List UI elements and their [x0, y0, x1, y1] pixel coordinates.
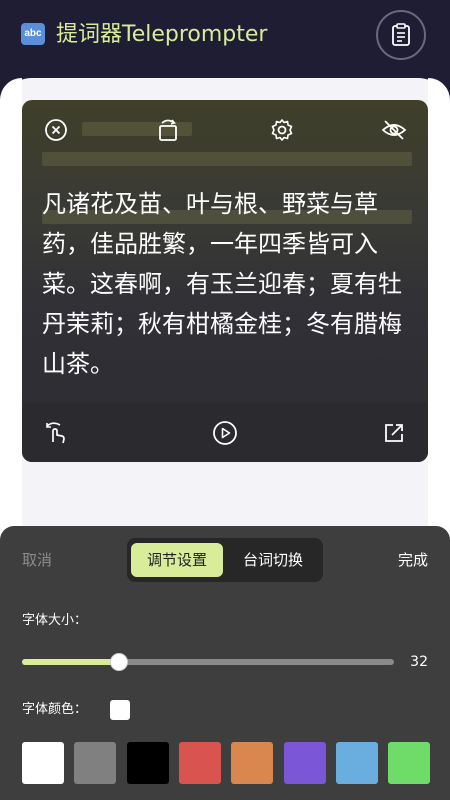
- color-swatch[interactable]: [22, 742, 64, 784]
- font-size-label: 字体大小：: [22, 613, 88, 628]
- color-swatch[interactable]: [178, 742, 221, 784]
- clipboard-icon: [392, 23, 410, 46]
- color-swatch[interactable]: [231, 742, 274, 784]
- teleprompter-text: 凡诸花及苗、叶与根、野菜与草药，佳品胜繁，一年四季皆可入菜。这春啊，有玉兰迎春；…: [42, 190, 402, 378]
- color-swatch[interactable]: [74, 742, 117, 784]
- color-swatch[interactable]: [335, 742, 378, 784]
- background-text-decoration: [42, 152, 412, 166]
- gesture-button[interactable]: [42, 419, 70, 447]
- gear-icon: [271, 119, 293, 141]
- close-circle-icon: [45, 119, 67, 141]
- hide-button[interactable]: [380, 116, 408, 144]
- external-link-icon: [385, 424, 403, 442]
- slider-fill: [22, 659, 119, 665]
- app-logo-icon: abc: [21, 23, 45, 45]
- settings-sheet: 取消 调节设置 台词切换 完成 字体大小： 32 字体颜色：: [0, 526, 450, 800]
- close-button[interactable]: [42, 116, 70, 144]
- font-color-label: 字体颜色：: [22, 702, 88, 717]
- done-button[interactable]: 完成: [398, 550, 428, 570]
- app-title: 提词器Teleprompter: [56, 22, 268, 47]
- color-swatch[interactable]: [388, 742, 431, 784]
- slider-thumb[interactable]: [109, 653, 128, 671]
- color-swatch[interactable]: [126, 742, 169, 784]
- popout-button[interactable]: [380, 419, 408, 447]
- rotate-icon: [159, 119, 177, 141]
- app-header: abc 提词器Teleprompter: [0, 0, 450, 78]
- play-circle-icon: [213, 421, 237, 445]
- tab-script-switch[interactable]: 台词切换: [227, 543, 319, 577]
- clipboard-button[interactable]: [376, 10, 426, 60]
- font-size-slider[interactable]: [22, 653, 394, 671]
- eye-off-icon: [381, 120, 407, 140]
- rotate-button[interactable]: [154, 116, 182, 144]
- touch-swipe-icon: [46, 422, 65, 444]
- color-swatch[interactable]: [283, 742, 326, 784]
- play-button[interactable]: [211, 419, 239, 447]
- prompter-panel[interactable]: 凡诸花及苗、叶与根、野菜与草药，佳品胜繁，一年四季皆可入菜。这春啊，有玉兰迎春；…: [22, 100, 428, 462]
- settings-button[interactable]: [268, 116, 296, 144]
- current-font-color: [110, 700, 130, 720]
- segmented-control: 调节设置 台词切换: [127, 538, 323, 582]
- font-size-value: 32: [410, 654, 428, 670]
- prompter-toolbar: [22, 402, 428, 462]
- tab-adjust-settings[interactable]: 调节设置: [131, 543, 223, 577]
- cancel-button[interactable]: 取消: [22, 550, 52, 570]
